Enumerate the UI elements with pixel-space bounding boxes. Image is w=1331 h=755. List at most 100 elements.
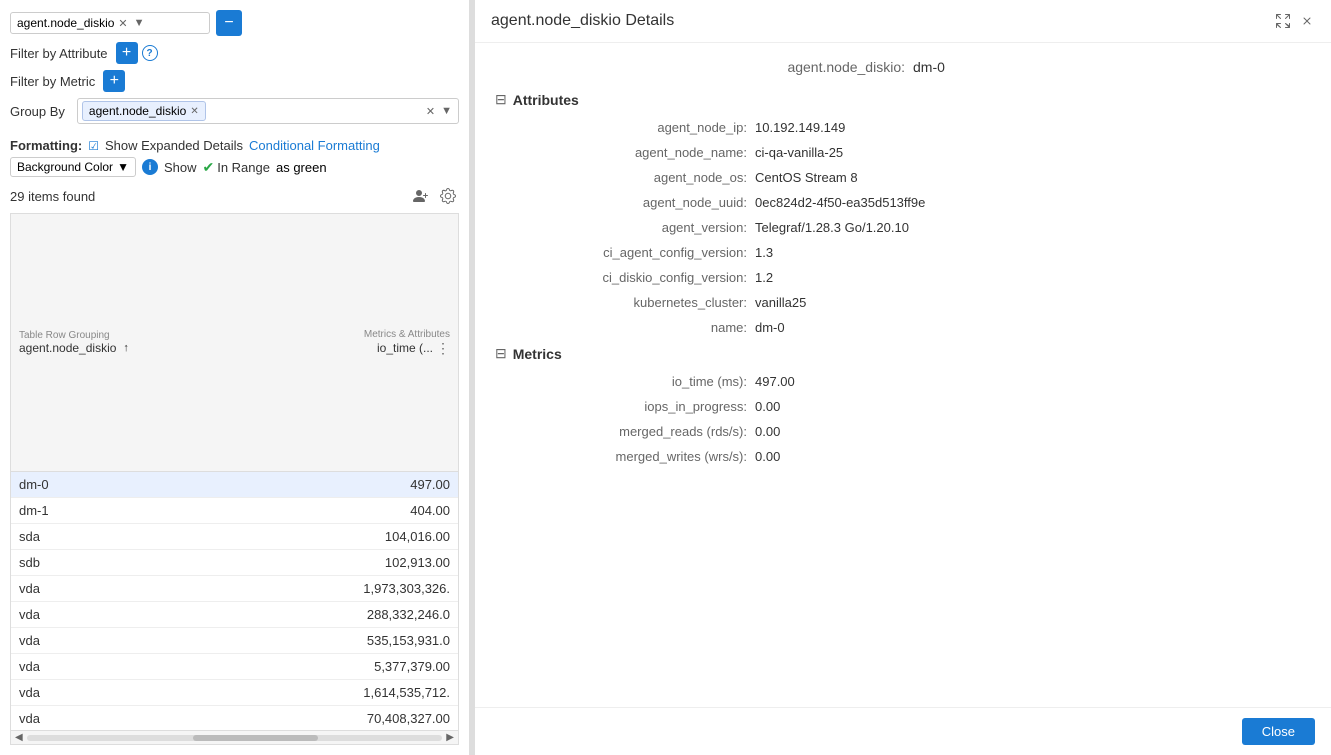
attribute-val: dm-0 bbox=[755, 320, 785, 335]
attribute-key: kubernetes_cluster: bbox=[495, 295, 755, 310]
scroll-right-button[interactable]: ▶ bbox=[444, 732, 456, 743]
conditional-formatting-link[interactable]: Conditional Formatting bbox=[249, 138, 380, 153]
table-scroll[interactable]: dm-0497.00dm-1404.00sda104,016.00sdb102,… bbox=[11, 472, 458, 730]
details-title: agent.node_diskio Details bbox=[491, 12, 674, 30]
scroll-left-button[interactable]: ◀ bbox=[13, 732, 25, 743]
attribute-row: kubernetes_cluster:vanilla25 bbox=[495, 295, 1311, 310]
table-row[interactable]: vda535,153,931.0 bbox=[11, 628, 458, 654]
attribute-row: agent_node_uuid:0ec824d2-4f50-ea35d513ff… bbox=[495, 195, 1311, 210]
table-cell-name: vda bbox=[11, 576, 148, 602]
table-row[interactable]: vda288,332,246.0 bbox=[11, 602, 458, 628]
formatting-label: Formatting: bbox=[10, 138, 82, 153]
filter-by-attribute-plus-button[interactable]: + bbox=[116, 42, 138, 64]
detail-main-row: agent.node_diskio: dm-0 bbox=[495, 59, 1311, 75]
metric-key: io_time (ms): bbox=[495, 374, 755, 389]
scroll-track[interactable] bbox=[27, 735, 443, 741]
col-metrics-header: Metrics & Attributes io_time (... ⋮ bbox=[258, 214, 458, 472]
group-by-tag-close-icon[interactable]: ✕ bbox=[190, 106, 198, 117]
show-expanded-label: Show Expanded Details bbox=[105, 138, 243, 153]
metric-row: merged_reads (rds/s):0.00 bbox=[495, 424, 1311, 439]
table-cell-name: vda bbox=[11, 680, 148, 706]
attribute-key: ci_agent_config_version: bbox=[495, 245, 755, 260]
sort-asc-icon[interactable]: ↑ bbox=[123, 342, 129, 354]
metric-row: iops_in_progress:0.00 bbox=[495, 399, 1311, 414]
bg-color-dropdown[interactable]: Background Color ▼ bbox=[10, 157, 136, 177]
attribute-val: 0ec824d2-4f50-ea35d513ff9e bbox=[755, 195, 925, 210]
attributes-section-header[interactable]: ⊟ Attributes bbox=[495, 91, 1311, 108]
show-expanded-checkbox-icon[interactable]: ☑ bbox=[88, 139, 99, 153]
filter-by-attribute-row: Filter by Attribute + ? bbox=[10, 42, 459, 64]
filter-by-metric-label: Filter by Metric bbox=[10, 74, 95, 89]
table-row[interactable]: vda5,377,379.00 bbox=[11, 654, 458, 680]
bg-color-row: Background Color ▼ i Show ✔ In Range as … bbox=[10, 157, 459, 177]
attribute-row: agent_node_name:ci-qa-vanilla-25 bbox=[495, 145, 1311, 160]
filter-tag-chevron-icon[interactable]: ▼ bbox=[132, 17, 147, 29]
attribute-val: ci-qa-vanilla-25 bbox=[755, 145, 843, 160]
attribute-key: agent_node_name: bbox=[495, 145, 755, 160]
in-range-badge: ✔ In Range bbox=[202, 159, 270, 176]
group-by-label: Group By bbox=[10, 104, 65, 119]
horizontal-scrollbar[interactable]: ◀ ▶ bbox=[11, 730, 458, 744]
details-header: agent.node_diskio Details bbox=[475, 0, 1331, 43]
details-panel: agent.node_diskio Details agent.node_dis… bbox=[475, 0, 1331, 755]
table-cell-value: 1,973,303,326. bbox=[148, 576, 458, 602]
col-group-name[interactable]: agent.node_diskio ↑ bbox=[19, 341, 250, 355]
details-header-icons bbox=[1275, 13, 1315, 29]
attribute-key: agent_node_ip: bbox=[495, 120, 755, 135]
table-cell-value: 5,377,379.00 bbox=[148, 654, 458, 680]
filter-tag-input[interactable]: agent.node_diskio ✕ ▼ bbox=[10, 12, 210, 34]
table-cell-name: sda bbox=[11, 524, 148, 550]
group-by-chevron-icon[interactable]: ▼ bbox=[439, 105, 454, 117]
table-icons bbox=[409, 185, 459, 207]
table-row[interactable]: sda104,016.00 bbox=[11, 524, 458, 550]
attribute-val: vanilla25 bbox=[755, 295, 806, 310]
person-icon-button[interactable] bbox=[409, 185, 431, 207]
attribute-val: 1.3 bbox=[755, 245, 773, 260]
filter-tag-close-icon[interactable]: ✕ bbox=[118, 17, 127, 30]
metric-val: 0.00 bbox=[755, 449, 780, 464]
expand-icon-button[interactable] bbox=[1275, 13, 1291, 29]
items-found-row: 29 items found bbox=[10, 185, 459, 207]
attribute-row: agent_version:Telegraf/1.28.3 Go/1.20.10 bbox=[495, 220, 1311, 235]
metric-key: merged_reads (rds/s): bbox=[495, 424, 755, 439]
attribute-row: ci_agent_config_version:1.3 bbox=[495, 245, 1311, 260]
bg-color-label: Background Color bbox=[17, 160, 113, 174]
attributes-list: agent_node_ip:10.192.149.149agent_node_n… bbox=[495, 120, 1311, 335]
filter-tag-row: agent.node_diskio ✕ ▼ − bbox=[10, 10, 459, 36]
details-footer: Close bbox=[475, 707, 1331, 755]
metrics-section-header[interactable]: ⊟ Metrics bbox=[495, 345, 1311, 362]
close-details-button[interactable] bbox=[1299, 13, 1315, 29]
detail-main-val: dm-0 bbox=[913, 59, 1113, 75]
attributes-toggle-icon: ⊟ bbox=[495, 91, 507, 108]
group-by-input-wrapper: agent.node_diskio ✕ ✕ ▼ bbox=[77, 98, 459, 124]
table-row[interactable]: sdb102,913.00 bbox=[11, 550, 458, 576]
metric-row: io_time (ms):497.00 bbox=[495, 374, 1311, 389]
table-row[interactable]: dm-1404.00 bbox=[11, 498, 458, 524]
scroll-thumb bbox=[193, 735, 318, 741]
table-cell-value: 535,153,931.0 bbox=[148, 628, 458, 654]
table-row[interactable]: vda1,973,303,326. bbox=[11, 576, 458, 602]
gear-icon-button[interactable] bbox=[437, 185, 459, 207]
group-by-clear-icon[interactable]: ✕ bbox=[426, 105, 435, 118]
table-row[interactable]: dm-0497.00 bbox=[11, 472, 458, 498]
close-button[interactable]: Close bbox=[1242, 718, 1315, 745]
data-table-wrapper: Table Row Grouping agent.node_diskio ↑ M… bbox=[10, 213, 459, 745]
metrics-section-title: Metrics bbox=[513, 346, 562, 362]
items-found-label: 29 items found bbox=[10, 189, 95, 204]
attribute-key: name: bbox=[495, 320, 755, 335]
table-cell-value: 1,614,535,712. bbox=[148, 680, 458, 706]
table-cell-name: vda bbox=[11, 706, 148, 730]
filter-by-metric-plus-button[interactable]: + bbox=[103, 70, 125, 92]
table-cell-value: 102,913.00 bbox=[148, 550, 458, 576]
as-green-text: as green bbox=[276, 160, 327, 175]
bg-color-info-icon[interactable]: i bbox=[142, 159, 158, 175]
minus-button[interactable]: − bbox=[216, 10, 242, 36]
bg-color-chevron-icon: ▼ bbox=[117, 160, 129, 174]
filter-by-attribute-help-icon[interactable]: ? bbox=[142, 45, 158, 61]
table-row[interactable]: vda70,408,327.00 bbox=[11, 706, 458, 730]
attribute-row: agent_node_os:CentOS Stream 8 bbox=[495, 170, 1311, 185]
table-row[interactable]: vda1,614,535,712. bbox=[11, 680, 458, 706]
group-by-tag[interactable]: agent.node_diskio ✕ bbox=[82, 101, 206, 121]
column-menu-icon[interactable]: ⋮ bbox=[436, 340, 450, 357]
attribute-key: ci_diskio_config_version: bbox=[495, 270, 755, 285]
